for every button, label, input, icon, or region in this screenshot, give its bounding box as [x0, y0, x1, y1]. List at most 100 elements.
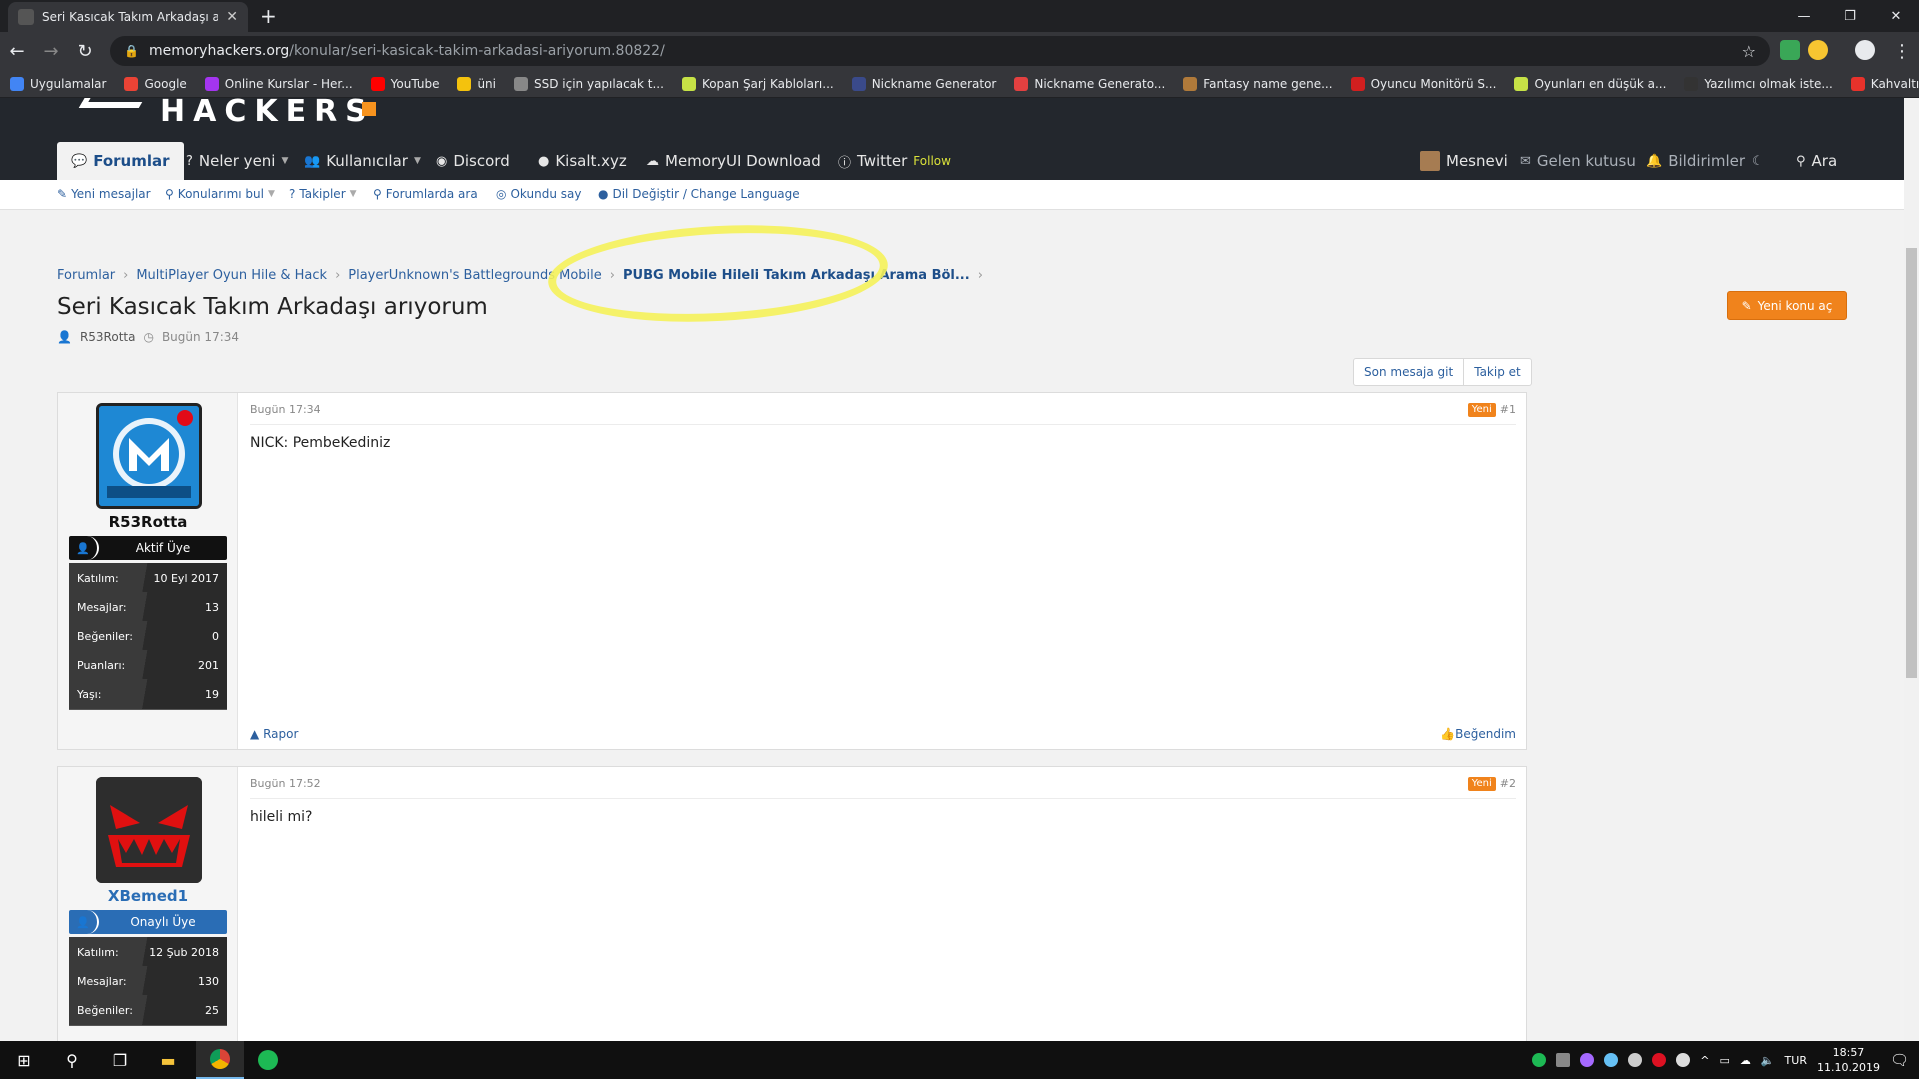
post-username[interactable]: XBemed1: [58, 887, 238, 905]
chevron-down-icon[interactable]: ▼: [414, 156, 421, 166]
watch-button[interactable]: Takip et: [1464, 359, 1531, 385]
input-language[interactable]: TUR: [1785, 1054, 1807, 1067]
last-post-button[interactable]: Son mesaja git: [1354, 359, 1465, 385]
onedrive-icon[interactable]: ☁: [1740, 1054, 1751, 1067]
back-icon[interactable]: ←: [0, 34, 34, 68]
thread-time[interactable]: Bugün 17:34: [162, 330, 239, 344]
post-username[interactable]: R53Rotta: [58, 513, 238, 531]
bookmark-item[interactable]: Uygulamalar: [10, 76, 107, 91]
chrome-menu-icon[interactable]: ⋮: [1885, 34, 1919, 68]
chrome-logo-icon: [210, 1049, 230, 1069]
nav-discord[interactable]: ◉ Discord: [436, 142, 510, 180]
tray-pen-icon[interactable]: [1580, 1053, 1595, 1067]
bookmark-label: Google: [144, 76, 187, 91]
nav-inbox[interactable]: ✉ Gelen kutusu: [1520, 142, 1636, 180]
chevron-right-icon: ›: [335, 268, 341, 283]
post-number[interactable]: #1: [1500, 403, 1516, 416]
subnav-language[interactable]: ● Dil Değiştir / Change Language: [598, 187, 800, 201]
bookmark-label: Kopan Şarj Kabloları...: [701, 76, 834, 91]
chevron-down-icon[interactable]: ▼: [281, 156, 288, 166]
bookmark-item[interactable]: üni: [457, 76, 496, 91]
bookmark-item[interactable]: Fantasy name gene...: [1183, 76, 1333, 91]
avatar[interactable]: [96, 403, 202, 509]
nav-twitter[interactable]: ⓘ Twitter Follow: [838, 142, 951, 180]
subnav-find-threads[interactable]: ⚲ Konularımı bul ▼: [165, 187, 275, 201]
site-logo[interactable]: HACKERS: [160, 98, 375, 127]
tray-game-icon[interactable]: [1652, 1053, 1667, 1067]
bookmark-item[interactable]: Nickname Generato...: [1014, 76, 1165, 91]
nav-forums[interactable]: 💬 Forumlar: [57, 142, 184, 180]
close-tab-icon[interactable]: ✕: [226, 9, 238, 25]
nav-whats-new[interactable]: ? Neler yeni ▼: [186, 142, 288, 180]
network-icon[interactable]: ▭: [1719, 1054, 1729, 1067]
subnav-mark-read[interactable]: ◎ Okundu say: [496, 187, 581, 201]
task-view-icon[interactable]: ❐: [96, 1041, 144, 1079]
spotify-taskbar-icon[interactable]: [244, 1041, 292, 1079]
bookmark-item[interactable]: Kopan Şarj Kabloları...: [681, 76, 834, 91]
extension-shield-icon[interactable]: [1780, 40, 1800, 60]
bookmark-item[interactable]: Nickname Generator: [851, 76, 996, 91]
search-icon[interactable]: ⚲: [48, 1041, 96, 1079]
edit-icon: ✎: [1741, 298, 1752, 313]
nav-alerts[interactable]: 🔔 Bildirimler: [1646, 142, 1745, 180]
notification-center-icon[interactable]: 🗨: [1890, 1051, 1909, 1069]
spotify-tray-icon[interactable]: [1532, 1053, 1547, 1067]
reload-icon[interactable]: ↻: [68, 34, 102, 68]
scrollbar-thumb[interactable]: [1906, 248, 1917, 678]
volume-icon[interactable]: 🔈: [1761, 1054, 1775, 1067]
new-tab-icon[interactable]: +: [260, 4, 277, 28]
bookmark-item[interactable]: SSD için yapılacak t...: [514, 76, 664, 91]
clock-date: 11.10.2019: [1816, 1061, 1880, 1074]
bookmark-item[interactable]: Yazılımcı olmak iste...: [1684, 76, 1833, 91]
nav-search[interactable]: ⚲ Ara: [1796, 142, 1837, 180]
address-bar[interactable]: 🔒 memoryhackers.org /konular/seri-kasica…: [110, 36, 1770, 66]
subnav-search-forums[interactable]: ⚲ Forumlarda ara: [373, 187, 478, 201]
post-number[interactable]: #2: [1500, 777, 1516, 790]
like-link[interactable]: 👍Beğendim: [1440, 727, 1516, 741]
page-scrollbar[interactable]: [1904, 98, 1919, 1041]
profile-avatar-icon[interactable]: [1855, 40, 1875, 60]
restore-icon[interactable]: ❐: [1827, 0, 1873, 32]
bookmark-star-icon[interactable]: ☆: [1742, 42, 1756, 61]
post-time[interactable]: Bugün 17:52: [250, 777, 321, 798]
close-window-icon[interactable]: ✕: [1873, 0, 1919, 32]
user-avatar: [1420, 151, 1440, 171]
nav-kisalt[interactable]: ● Kisalt.xyz: [538, 142, 627, 180]
bookmark-label: Yazılımcı olmak iste...: [1704, 76, 1833, 91]
subnav-watched[interactable]: ? Takipler ▼: [289, 187, 357, 201]
bookmark-item[interactable]: YouTube: [370, 76, 439, 91]
clock-icon: ◷: [143, 330, 154, 344]
minimize-icon[interactable]: —: [1781, 0, 1827, 32]
dark-mode-toggle[interactable]: ☾: [1752, 142, 1764, 180]
extension-pencil-icon[interactable]: [1808, 40, 1828, 60]
bookmark-item[interactable]: Oyuncu Monitörü S...: [1350, 76, 1496, 91]
nav-user[interactable]: Mesnevi: [1420, 142, 1508, 180]
tray-steam2-icon[interactable]: [1628, 1053, 1643, 1067]
clock-time: 18:57: [1832, 1046, 1865, 1059]
subnav-new-posts[interactable]: ✎ Yeni mesajlar: [57, 187, 151, 201]
report-link[interactable]: ▲ Rapor: [250, 727, 298, 741]
chevron-up-icon[interactable]: ^: [1700, 1054, 1709, 1067]
post-time[interactable]: Bugün 17:34: [250, 403, 321, 424]
chrome-taskbar-icon[interactable]: [196, 1041, 244, 1079]
new-thread-button[interactable]: ✎ Yeni konu aç: [1727, 291, 1847, 320]
nav-members[interactable]: 👥 Kullanıcılar ▼: [304, 142, 421, 180]
file-explorer-icon[interactable]: ▬: [144, 1041, 192, 1079]
avatar[interactable]: [96, 777, 202, 883]
breadcrumb-item[interactable]: MultiPlayer Oyun Hile & Hack: [136, 268, 327, 283]
forward-icon[interactable]: →: [34, 34, 68, 68]
tray-app-icon[interactable]: [1556, 1053, 1571, 1067]
bookmark-item[interactable]: Online Kurslar - Her...: [204, 76, 353, 91]
tray-discord-icon[interactable]: [1676, 1053, 1691, 1067]
bookmark-item[interactable]: Google: [124, 76, 187, 91]
clock[interactable]: 18:57 11.10.2019: [1817, 1045, 1880, 1075]
nav-memoryui[interactable]: ☁ MemoryUI Download: [646, 142, 821, 180]
tray-steam-icon[interactable]: [1604, 1053, 1619, 1067]
windows-start-icon[interactable]: ⊞: [0, 1041, 48, 1079]
bookmark-item[interactable]: Kahvaltılık Krep Tari...: [1850, 76, 1919, 91]
bookmark-item[interactable]: Oyunları en düşük a...: [1514, 76, 1666, 91]
breadcrumb-item[interactable]: Forumlar: [57, 268, 115, 283]
browser-tab[interactable]: Seri Kasıcak Takım Arkadaşı arıyo ✕: [8, 2, 248, 32]
thread-author[interactable]: R53Rotta: [80, 330, 136, 344]
bookmark-label: Uygulamalar: [30, 76, 107, 91]
